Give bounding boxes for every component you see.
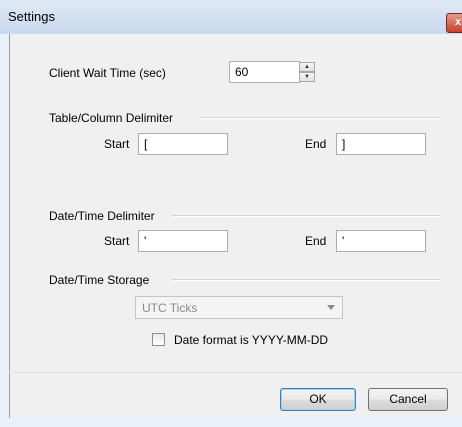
group-divider bbox=[198, 117, 440, 119]
table-start-input[interactable]: [ bbox=[138, 133, 228, 155]
chevron-down-icon bbox=[327, 305, 335, 310]
dialog-client-area bbox=[9, 34, 462, 418]
date-time-storage-select[interactable]: UTC Ticks bbox=[135, 296, 343, 319]
group-divider bbox=[172, 215, 440, 217]
date-start-label: Start bbox=[104, 234, 130, 248]
group-divider bbox=[172, 279, 440, 281]
date-end-input[interactable]: ' bbox=[336, 230, 426, 252]
ok-button[interactable]: OK bbox=[280, 388, 356, 411]
date-format-checkbox-label[interactable]: Date format is YYYY-MM-DD bbox=[174, 333, 328, 347]
date-time-storage-group-label: Date/Time Storage bbox=[49, 273, 150, 287]
date-time-delimiter-group-label: Date/Time Delimiter bbox=[49, 209, 155, 223]
date-time-storage-value: UTC Ticks bbox=[142, 301, 198, 315]
footer-divider bbox=[9, 372, 462, 373]
close-button[interactable]: x bbox=[446, 13, 462, 33]
table-start-label: Start bbox=[104, 137, 130, 151]
client-wait-spinner[interactable]: ▲ ▼ bbox=[299, 62, 315, 82]
spin-down-icon[interactable]: ▼ bbox=[299, 72, 315, 82]
date-format-checkbox[interactable] bbox=[152, 333, 165, 346]
date-end-label: End bbox=[305, 234, 327, 248]
dialog-title: Settings bbox=[8, 9, 55, 24]
cancel-button[interactable]: Cancel bbox=[368, 388, 448, 411]
spin-up-icon[interactable]: ▲ bbox=[299, 62, 315, 72]
settings-dialog: Settings x Client Wait Time (sec) 60 ▲ ▼… bbox=[0, 0, 462, 427]
close-icon: x bbox=[454, 16, 462, 28]
table-end-input[interactable]: ] bbox=[336, 133, 426, 155]
client-wait-label: Client Wait Time (sec) bbox=[49, 66, 166, 80]
table-column-delimiter-group-label: Table/Column Delimiter bbox=[49, 111, 174, 125]
date-start-input[interactable]: ' bbox=[138, 230, 228, 252]
client-wait-input[interactable]: 60 bbox=[229, 61, 300, 83]
title-bar[interactable]: Settings x bbox=[0, 0, 462, 34]
table-end-label: End bbox=[305, 137, 327, 151]
